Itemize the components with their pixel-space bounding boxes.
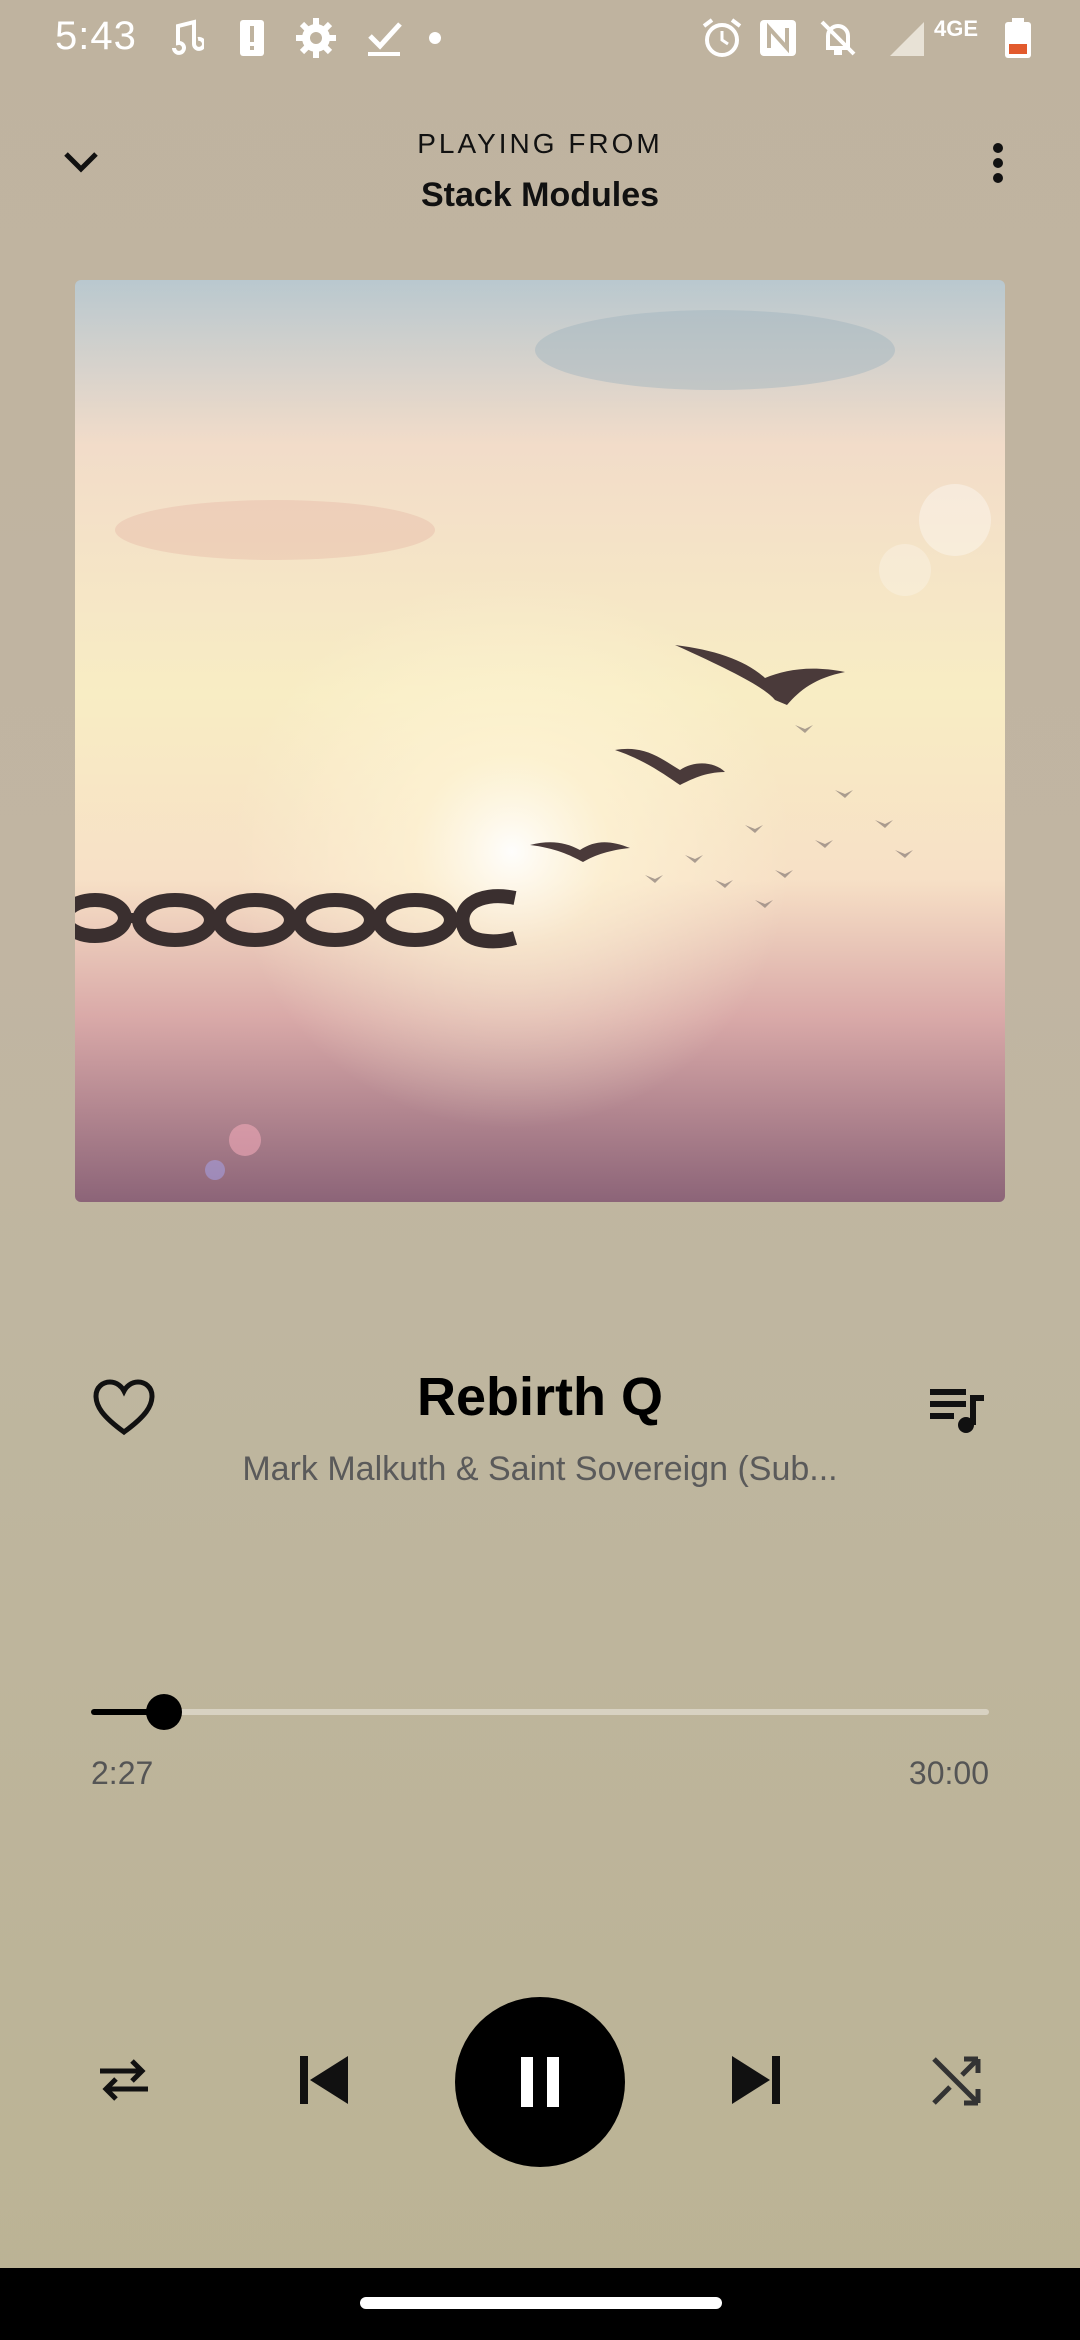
- alert-icon: [230, 16, 274, 60]
- signal-icon: [884, 16, 928, 60]
- context-name[interactable]: Stack Modules: [0, 176, 1080, 215]
- dot-icon: [420, 16, 464, 60]
- status-time: 5:43: [55, 14, 137, 58]
- download-done-icon: [362, 16, 406, 60]
- skip-previous-icon[interactable]: [296, 2052, 352, 2108]
- seek-bar-thumb[interactable]: [146, 1694, 183, 1730]
- more-vertical-icon[interactable]: [978, 140, 1018, 190]
- home-indicator[interactable]: [360, 2297, 722, 2309]
- network-label: 4GE: [934, 16, 979, 41]
- music-note-icon: [160, 16, 206, 60]
- battery-icon: [996, 16, 1040, 60]
- queue-music-icon[interactable]: [928, 1383, 988, 1437]
- nfc-icon: [756, 16, 800, 60]
- status-bar: 5:43 4GE: [0, 0, 1080, 76]
- settings-icon: [294, 16, 338, 60]
- play-pause-button[interactable]: [455, 1997, 625, 2167]
- 4g-icon: 4GE: [930, 16, 982, 60]
- skip-next-icon[interactable]: [728, 2052, 784, 2108]
- track-title: Rebirth Q: [416, 1367, 663, 1427]
- track-artist[interactable]: Mark Malkuth & Saint Sovereign (Sub...: [200, 1450, 880, 1489]
- repeat-icon[interactable]: [96, 2055, 152, 2105]
- alarm-icon: [700, 16, 744, 60]
- elapsed-time: 2:27: [91, 1755, 154, 1791]
- mute-icon: [816, 16, 860, 60]
- album-artwork: [75, 280, 1005, 1202]
- seek-bar[interactable]: [91, 1694, 989, 1730]
- playing-from-label: PLAYING FROM: [417, 128, 663, 159]
- total-time: 30:00: [908, 1755, 989, 1791]
- shuffle-icon[interactable]: [930, 2055, 982, 2107]
- pause-icon: [521, 2057, 559, 2107]
